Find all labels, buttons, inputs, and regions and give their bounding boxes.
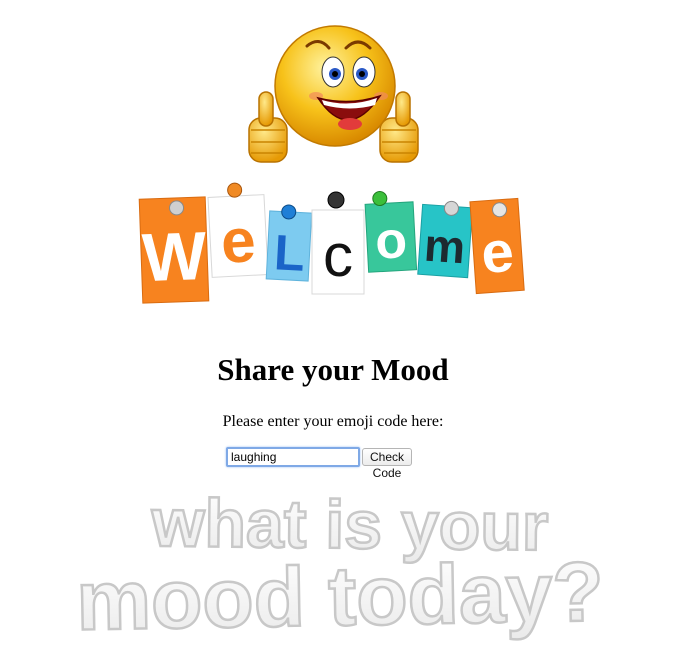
emoji-code-prompt: Please enter your emoji code here: (222, 413, 444, 430)
emoji-code-input[interactable] (226, 447, 360, 467)
welcome-letter-l: L (273, 224, 306, 282)
check-code-button[interactable]: Check Code (362, 448, 413, 480)
welcome-letter-e2: e (479, 219, 516, 286)
welcome-letter-e1: e (219, 206, 257, 277)
page-title: Share your Mood (217, 352, 449, 387)
welcome-letters: W e L c o m e (138, 182, 525, 304)
welcome-letter-w: W (141, 218, 209, 296)
welcome-letter-m: m (423, 219, 467, 274)
welcome-letter-c: c (323, 222, 353, 289)
mood-banner-image: what is your mood today? (74, 485, 605, 649)
welcome-hero-image: W e L c o m e (138, 25, 525, 304)
smiley-emoji-icon (248, 25, 419, 163)
banner-line-2: mood today? (76, 544, 605, 647)
welcome-letter-o: o (374, 211, 409, 271)
